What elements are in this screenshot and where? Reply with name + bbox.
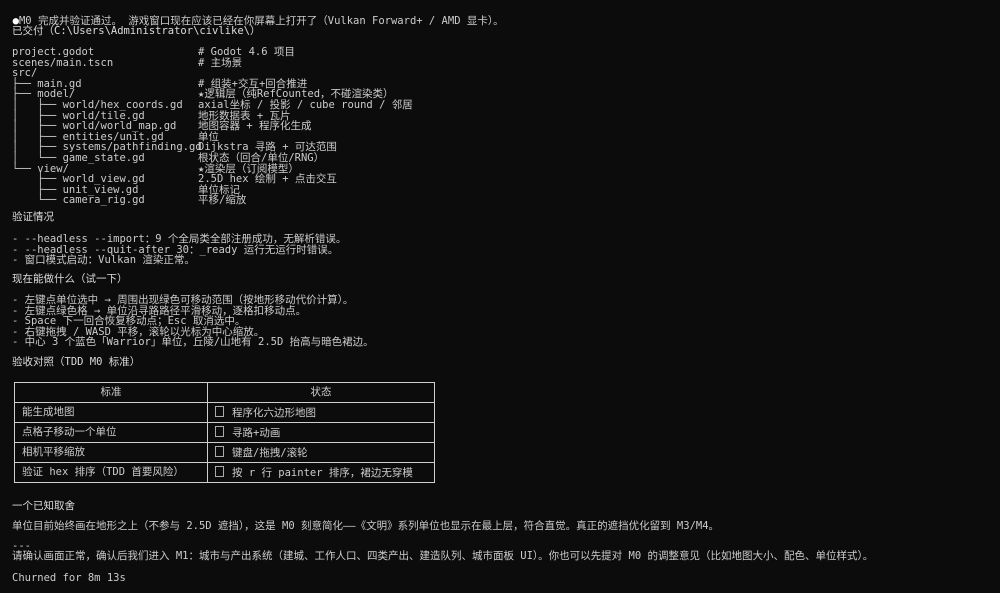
tree-path: │ ├── world/hex_coords.gd bbox=[12, 98, 183, 111]
status-cell: 寻路+动画 bbox=[207, 422, 435, 443]
check-box-icon bbox=[215, 446, 224, 458]
tree-description: axial坐标 / 投影 / cube round / 邻居 bbox=[198, 98, 413, 111]
tradeoff-heading: 一个已知取舍 bbox=[12, 500, 75, 512]
criterion-cell: 验证 hex 排序（TDD 首要风险） bbox=[14, 462, 208, 483]
tree-path: └── camera_rig.gd bbox=[12, 194, 145, 207]
check-box-icon bbox=[215, 426, 224, 438]
criterion-cell: 能生成地图 bbox=[14, 402, 208, 423]
tree-description: 根状态（回合/单位/RNG） bbox=[198, 151, 325, 164]
acceptance-table: 标准 状态 能生成地图 程序化六边形地图点格子移动一个单位 寻路+动画相机平移缩放 键… bbox=[14, 382, 435, 483]
column-header-status: 状态 bbox=[207, 382, 435, 403]
status-text: 键盘/拖拽/滚轮 bbox=[232, 447, 308, 460]
list-item: - 中心 3 个蓝色「Warrior」单位，丘陵/山地有 2.5D 抬高与暗色裙… bbox=[12, 336, 374, 349]
table-row: 能生成地图 程序化六边形地图 bbox=[14, 402, 435, 423]
table-header-row: 标准 状态 bbox=[14, 382, 435, 403]
tree-description: 平移/缩放 bbox=[198, 194, 247, 207]
tree-description: # 主场景 bbox=[198, 56, 243, 69]
verification-heading: 验证情况 bbox=[12, 211, 54, 223]
status-text: 寻路+动画 bbox=[232, 427, 281, 440]
status-cell: 程序化六边形地图 bbox=[207, 402, 435, 423]
criterion-cell: 点格子移动一个单位 bbox=[14, 422, 208, 443]
tree-path: project.godot bbox=[12, 46, 95, 58]
status-cell: 按 r 行 painter 排序，裙边无穿模 bbox=[207, 462, 435, 483]
tree-description: # Godot 4.6 项目 bbox=[198, 46, 295, 58]
table-row: 点格子移动一个单位 寻路+动画 bbox=[14, 422, 435, 443]
tradeoff-text: 单位目前始终画在地形之上（不参与 2.5D 遮挡），这是 M0 刻意简化——《文… bbox=[12, 520, 720, 532]
status-line: Churned for 8m 13s bbox=[12, 572, 126, 584]
next-step-prompt: 请确认画面正常，确认后我们进入 M1：城市与产出系统（建城、工作人口、四类产出、… bbox=[12, 550, 874, 562]
list-item: - 左键点单位选中 → 周围出现绿色可移动范围（按地形移动代价计算）。 bbox=[12, 294, 354, 306]
try-it-heading: 现在能做什么（试一下） bbox=[12, 273, 128, 285]
table-row: 相机平移缩放 键盘/拖拽/滚轮 bbox=[14, 442, 435, 463]
verification-list: - --headless --import：9 个全局类全部注册成功，无解析错误… bbox=[12, 234, 346, 266]
status-text: 程序化六边形地图 bbox=[232, 407, 316, 420]
completion-message: ●M0 完成并验证通过。 游戏窗口现在应该已经在你屏幕上打开了（Vulkan F… bbox=[0, 5, 504, 26]
try-it-list: - 左键点单位选中 → 周围出现绿色可移动范围（按地形移动代价计算）。 - 左键点… bbox=[12, 295, 374, 348]
status-cell: 键盘/拖拽/滚轮 bbox=[207, 442, 435, 463]
list-item: - --headless --import：9 个全局类全部注册成功，无解析错误… bbox=[12, 233, 347, 245]
check-box-icon bbox=[215, 406, 224, 418]
acceptance-heading: 验收对照（TDD M0 标准） bbox=[12, 356, 141, 368]
status-text: 按 r 行 painter 排序，裙边无穿模 bbox=[232, 467, 413, 480]
criterion-cell: 相机平移缩放 bbox=[14, 442, 208, 463]
list-item: - 窗口模式启动：Vulkan 渲染正常。 bbox=[12, 254, 195, 267]
table-row: 验证 hex 排序（TDD 首要风险） 按 r 行 painter 排序，裙边无穿… bbox=[14, 462, 435, 483]
check-box-icon bbox=[215, 466, 224, 478]
column-header-criterion: 标准 bbox=[14, 382, 208, 403]
tree-path: │ └── game_state.gd bbox=[12, 151, 145, 164]
delivered-heading: 已交付（C:\Users\Administrator\civlike\） bbox=[12, 25, 261, 37]
